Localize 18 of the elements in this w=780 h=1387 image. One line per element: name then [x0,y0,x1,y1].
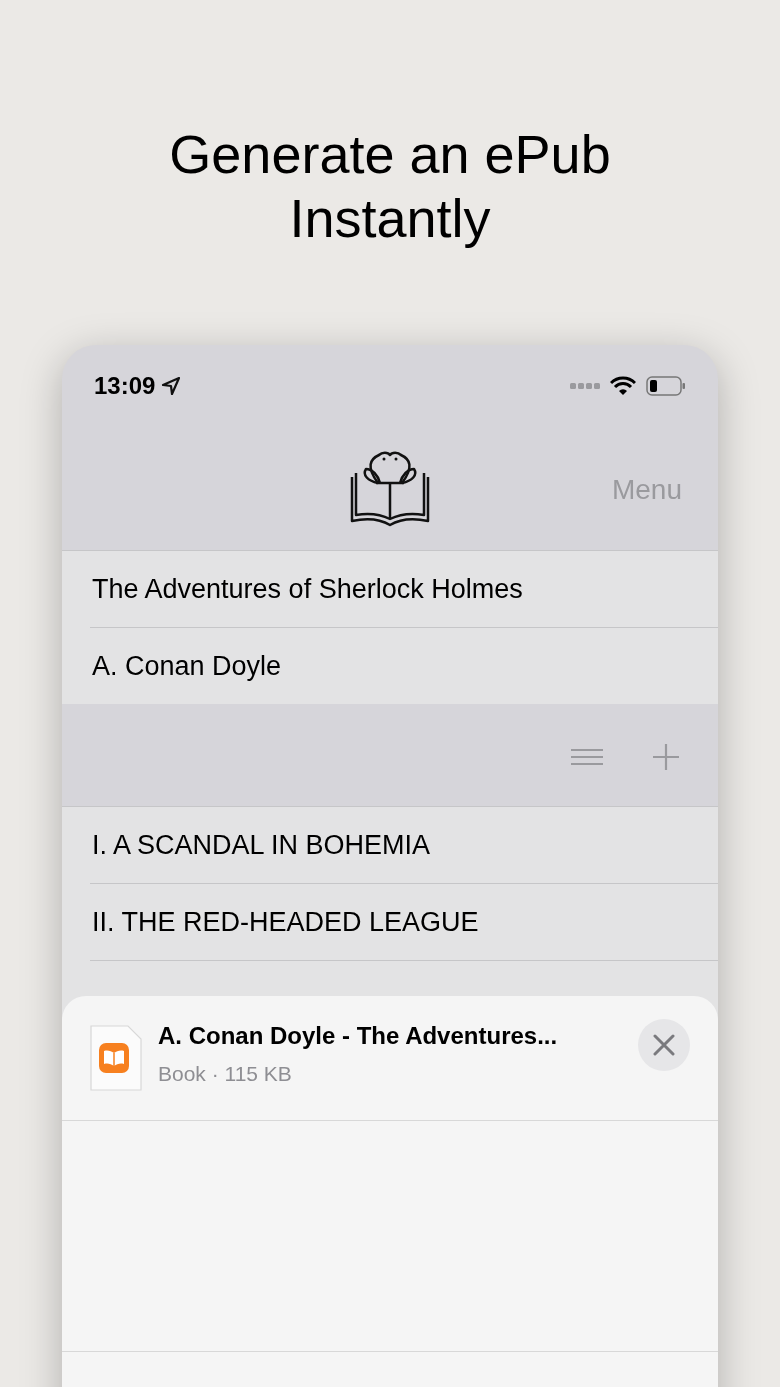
location-arrow-icon [161,376,182,396]
chapter-item[interactable]: II. THE RED-HEADED LEAGUE [92,901,479,943]
file-name: A. Conan Doyle - The Adventures... [158,1021,559,1052]
headline: Generate an ePub [169,123,611,186]
close-button[interactable] [638,1019,690,1071]
reorder-icon[interactable] [570,748,604,766]
book-author-field[interactable]: A. Conan Doyle [92,645,282,687]
book-file-icon [90,1025,142,1091]
add-icon[interactable] [652,743,680,771]
file-info: Book · 115 KB [158,1061,293,1088]
book-title-field[interactable]: The Adventures of Sherlock Holmes [92,568,523,610]
chapter-item[interactable]: I. A SCANDAL IN BOHEMIA [92,824,431,866]
headline: Instantly [289,187,491,250]
battery-icon [646,376,686,396]
wifi-icon [610,376,636,396]
close-icon [653,1034,675,1056]
signal-icon [570,383,600,389]
status-time: 13:09 [94,371,156,401]
